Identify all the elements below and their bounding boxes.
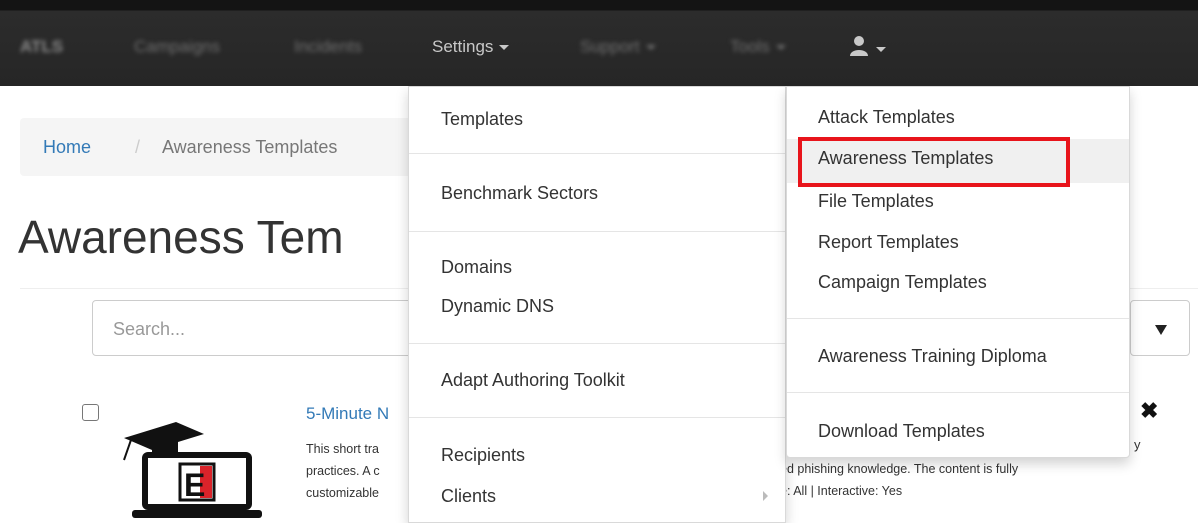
user-icon[interactable] bbox=[850, 34, 872, 56]
breadcrumb-separator: / bbox=[135, 137, 141, 157]
breadcrumb: Home / Awareness Templates bbox=[20, 118, 420, 176]
submenu-item-awareness-training-diploma[interactable]: Awareness Training Diploma bbox=[818, 346, 1047, 367]
caret-down-icon bbox=[1155, 325, 1167, 335]
menu-divider bbox=[787, 318, 1129, 319]
nav-campaigns[interactable]: Campaigns bbox=[134, 37, 220, 57]
item-desc-line: ed phishing knowledge. The content is fu… bbox=[780, 462, 1019, 476]
nav-support-label: Support bbox=[580, 37, 640, 56]
nav-incidents[interactable]: Incidents bbox=[294, 37, 362, 57]
chevron-down-icon bbox=[499, 45, 510, 51]
menu-item-domains[interactable]: Domains bbox=[441, 257, 512, 278]
chevron-down-icon[interactable] bbox=[876, 47, 886, 52]
menu-item-templates[interactable]: Templates bbox=[441, 109, 523, 130]
delete-icon[interactable]: ✖ bbox=[1140, 398, 1158, 424]
page-title: Awareness Tem bbox=[18, 211, 344, 263]
breadcrumb-home-link[interactable]: Home bbox=[43, 137, 91, 158]
menu-item-benchmark-sectors[interactable]: Benchmark Sectors bbox=[441, 183, 598, 204]
chevron-down-icon bbox=[645, 45, 656, 51]
search-input[interactable]: Search... bbox=[92, 300, 422, 356]
menu-item-adapt-authoring-toolkit[interactable]: Adapt Authoring Toolkit bbox=[441, 370, 625, 391]
item-checkbox[interactable] bbox=[82, 404, 99, 421]
item-desc-line: e: All | Interactive: Yes bbox=[780, 484, 903, 498]
item-title-link[interactable]: 5-Minute N bbox=[306, 404, 389, 424]
menu-item-recipients[interactable]: Recipients bbox=[441, 445, 525, 466]
template-thumbnail: E bbox=[123, 422, 262, 518]
menu-divider bbox=[787, 392, 1129, 393]
menu-divider bbox=[409, 153, 785, 154]
brand-logo[interactable]: ATLS bbox=[20, 37, 63, 57]
filter-dropdown-button[interactable] bbox=[1130, 300, 1190, 356]
submenu-item-report-templates[interactable]: Report Templates bbox=[818, 232, 959, 253]
nav-settings-label: Settings bbox=[432, 37, 494, 56]
item-description-right: ed phishing knowledge. The content is fu… bbox=[780, 458, 1018, 502]
nav-support[interactable]: Support bbox=[580, 37, 656, 57]
submenu-item-download-templates[interactable]: Download Templates bbox=[818, 421, 985, 442]
submenu-item-campaign-templates[interactable]: Campaign Templates bbox=[818, 272, 987, 293]
top-navbar: ATLS Campaigns Incidents Settings Suppor… bbox=[0, 0, 1198, 86]
nav-settings[interactable]: Settings bbox=[432, 37, 510, 57]
search-placeholder: Search... bbox=[113, 319, 186, 339]
menu-divider bbox=[409, 231, 785, 232]
menu-item-clients[interactable]: Clients bbox=[441, 486, 496, 507]
nav-tools-label: Tools bbox=[730, 37, 770, 56]
menu-item-dynamic-dns[interactable]: Dynamic DNS bbox=[441, 296, 554, 317]
menu-divider bbox=[409, 417, 785, 418]
settings-dropdown-menu: Templates Benchmark Sectors Domains Dyna… bbox=[408, 86, 786, 523]
breadcrumb-current: Awareness Templates bbox=[162, 137, 338, 157]
submenu-item-file-templates[interactable]: File Templates bbox=[818, 191, 934, 212]
item-desc-fragment: y bbox=[1134, 437, 1141, 452]
nav-tools[interactable]: Tools bbox=[730, 37, 786, 57]
svg-text:E: E bbox=[184, 467, 205, 503]
submenu-item-attack-templates[interactable]: Attack Templates bbox=[818, 107, 955, 128]
highlight-annotation-box bbox=[798, 137, 1070, 187]
chevron-down-icon bbox=[775, 45, 786, 51]
menu-divider bbox=[409, 343, 785, 344]
chevron-right-icon bbox=[763, 491, 768, 501]
